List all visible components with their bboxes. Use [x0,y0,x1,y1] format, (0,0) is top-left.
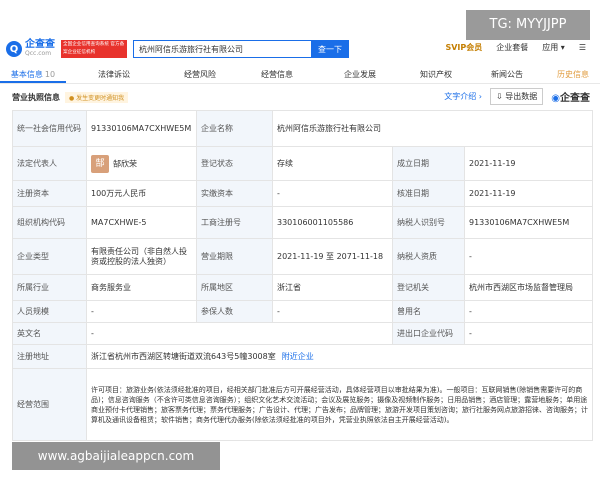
reg-capital: 100万元人民币 [86,180,197,207]
tab-basic-info[interactable]: 基本信息 10 [0,66,66,83]
section-header: 营业执照信息 ● 发生变更时通知我 文字介绍 › ⇩ 导出数据 ◉企查查 [12,88,590,105]
watermark-top: TG: MYYJJPP [466,10,590,40]
tab-news[interactable]: 新闻公告 [468,66,546,83]
industry: 商务服务业 [86,274,197,301]
logo-name: 企查查 [25,39,55,50]
tab-development[interactable]: 企业发展 [316,66,404,83]
biz-reg-no: 330106001105586 [272,206,393,239]
company-type: 有限责任公司（非自然人投资或控股的法人独资） [86,238,197,275]
package-link[interactable]: 企业套餐 [496,42,528,53]
table-row: 英文名 - 进出口企业代码 - [12,322,594,345]
table-row: 注册地址 浙江省杭州市西湖区转塘街道双流643号5幢3008室 附近企业 [12,344,594,369]
legal-rep-name[interactable]: 郜欣荣 [113,159,137,168]
import-export-code: - [463,322,594,345]
english-name: - [86,322,393,345]
founded-date: 2021-11-19 [463,146,594,181]
business-term: 2021-11-19 至 2071-11-18 [272,238,393,275]
table-row: 统一社会信用代码 91330106MA7CXHWE5M 企业名称 杭州阿信乐游旅… [12,110,594,147]
section-title: 营业执照信息 [12,92,60,102]
search-input[interactable] [133,40,311,58]
tab-legal[interactable]: 法律诉讼 [66,66,162,83]
tab-bar: 基本信息 10 法律诉讼 经营风险 经营信息 企业发展 知识产权 新闻公告 历史信… [0,66,600,84]
brand-icon: ◉ [551,93,560,104]
reg-address: 浙江省杭州市西湖区转塘街道双流643号5幢3008室 [91,351,276,361]
table-row: 经营范围 许可项目：旅游业务(依法须经批准的项目，经相关部门批准后方可开展经营活… [12,368,594,441]
reg-authority: 杭州市西湖区市场监督管理局 [463,274,594,301]
watermark-bottom: www.agbaijialeappcn.com [12,442,220,470]
tab-operation[interactable]: 经营信息 [238,66,316,83]
company-name: 杭州阿信乐游旅行社有限公司 [271,110,594,147]
business-scope: 许可项目：旅游业务(依法须经批准的项目，经相关部门批准后方可开展经营活动，具体经… [85,368,594,441]
tab-ip[interactable]: 知识产权 [404,66,468,83]
apps-menu[interactable]: 应用 ▾ [542,42,565,53]
legal-rep-avatar: 郜 [91,154,109,173]
tab-risk[interactable]: 经营风险 [162,66,238,83]
notify-change-tag[interactable]: ● 发生变更时通知我 [65,91,129,103]
qcc-logo-icon: Q [6,41,22,57]
table-row: 组织机构代码 MA7CXHWE-5 工商注册号 330106001105586 … [12,206,594,239]
insured-count: - [272,300,393,323]
qcc-brand: ◉企查查 [551,93,590,104]
certification-badge: 全国企业信用查询系统 官方备案企业征信机构 [61,40,127,58]
approval-date: 2021-11-19 [463,180,594,207]
taxpayer-id: 91330106MA7CXHWE5M [463,206,594,239]
qcc-logo[interactable]: Q 企查查 Qcc.com [6,40,55,58]
reg-status: 存续 [272,146,393,181]
region: 浙江省 [272,274,393,301]
paid-capital: - [272,180,393,207]
table-row: 人员规模 - 参保人数 - 曾用名 - [12,300,594,323]
credit-code: 91330106MA7CXHWE5M [86,110,197,147]
business-license-table: 统一社会信用代码 91330106MA7CXHWE5M 企业名称 杭州阿信乐游旅… [12,110,594,441]
logo-domain: Qcc.com [25,50,52,57]
taxpayer-qualification: - [463,238,594,275]
search-button[interactable]: 查一下 [311,40,349,58]
table-row: 法定代表人 郜郜欣荣 登记状态 存续 成立日期 2021-11-19 [12,146,594,181]
text-intro-link[interactable]: 文字介绍 › [444,91,482,102]
former-name: - [463,300,594,323]
menu-icon[interactable]: ☰ [579,43,586,52]
org-code: MA7CXHWE-5 [86,206,197,239]
export-icon: ⇩ [496,92,506,101]
svip-link[interactable]: SVIP会员 [445,42,482,53]
table-row: 注册资本 100万元人民币 实缴资本 - 核准日期 2021-11-19 [12,180,594,207]
table-row: 所属行业 商务服务业 所属地区 浙江省 登记机关 杭州市西湖区市场监督管理局 [12,274,594,301]
table-row: 企业类型 有限责任公司（非自然人投资或控股的法人独资） 营业期限 2021-11… [12,238,594,275]
staff-size: - [86,300,197,323]
export-button[interactable]: ⇩ 导出数据 [490,88,544,105]
page: Q 企查查 Qcc.com 全国企业信用查询系统 官方备案企业征信机构 查一下 … [0,0,600,480]
nearby-companies-link[interactable]: 附近企业 [282,352,314,361]
tab-history[interactable]: 历史信息 [546,66,600,83]
